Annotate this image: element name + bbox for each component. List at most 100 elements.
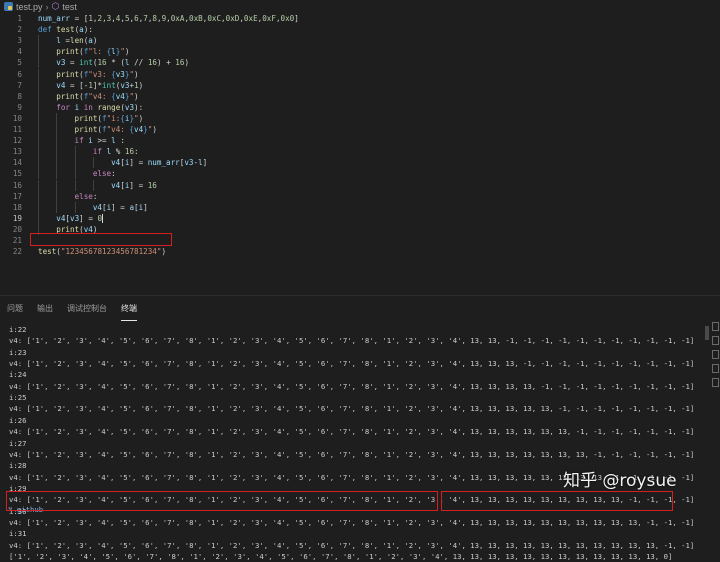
code-line[interactable]: 16 v4[i] = 16: [0, 179, 720, 191]
indent-guide: [56, 135, 58, 147]
code-line[interactable]: 6 print(f"v3: {v3}"): [0, 68, 720, 80]
code-text: num_arr = [1,2,3,4,5,6,7,8,9,0xA,0xB,0xC…: [38, 14, 299, 23]
line-number: 22: [12, 247, 22, 257]
indent-guide: [38, 112, 39, 124]
code-line[interactable]: 11 print(f"v4: {v4}"): [0, 124, 720, 135]
indent-guide: [38, 90, 39, 102]
code-line[interactable]: 8 print(f"v4: {v4}"): [0, 90, 720, 102]
line-number: 4: [17, 47, 22, 57]
terminal-instance-icon[interactable]: [712, 378, 719, 387]
line-number: 12: [12, 136, 22, 146]
code-line[interactable]: 17 else:: [0, 190, 720, 202]
terminal-scrollbar-thumb[interactable]: [705, 326, 709, 340]
terminal-instance-icon[interactable]: [712, 322, 719, 331]
line-number: 11: [12, 125, 22, 134]
indent-guide: [38, 101, 39, 113]
line-number: 20: [12, 224, 22, 234]
line-number: 17: [12, 191, 22, 201]
line-number: 7: [17, 80, 22, 90]
code-line[interactable]: 12 if i >= l :: [0, 135, 720, 147]
indent-guide: [56, 190, 58, 202]
highlight-box-call: [30, 233, 172, 246]
indent-guide: [92, 179, 94, 191]
code-line[interactable]: 4 print(f"l: {l}"): [0, 46, 720, 58]
tab-problems[interactable]: 问题: [0, 300, 30, 320]
python-file-icon: [4, 2, 13, 11]
breadcrumb-separator: ›: [45, 1, 49, 12]
function-symbol-icon: ⬡: [51, 1, 60, 11]
code-text: l =len(a): [56, 36, 98, 46]
line-number: 3: [17, 36, 22, 46]
indent-guide: [38, 146, 39, 158]
indent-guide: [74, 168, 76, 180]
terminal-instance-icon[interactable]: [712, 350, 719, 359]
indent-guide: [56, 112, 58, 124]
line-number: 15: [12, 169, 22, 179]
code-text: print(f"v4: {v4}"): [74, 125, 157, 134]
tab-terminal[interactable]: 终端: [114, 300, 144, 321]
indent-guide: [92, 157, 94, 169]
indent-guide: [38, 124, 39, 135]
code-text: test("12345678123456781234"): [38, 247, 167, 257]
code-line[interactable]: 3 l =len(a): [0, 35, 720, 47]
terminal-line: i:25: [9, 393, 27, 403]
panel-divider[interactable]: [0, 295, 720, 296]
indent-guide: [38, 190, 39, 202]
code-text: print(f"l: {l}"): [56, 47, 130, 57]
line-number: 1: [17, 14, 22, 23]
line-number: 18: [12, 202, 22, 212]
tab-output[interactable]: 输出: [30, 300, 60, 320]
code-line[interactable]: 18 v4[i] = a[i]: [0, 201, 720, 213]
code-text: print(f"i:{i}"): [74, 113, 144, 123]
code-line[interactable]: 5 v3 = int(16 * (l // 16) + 16): [0, 57, 720, 69]
terminal-line: ['1', '2', '3', '4', '5', '6', '7', '8',…: [9, 552, 673, 561]
line-number: 2: [17, 25, 22, 35]
code-text: v4[i] = 16: [111, 180, 157, 190]
indent-guide: [74, 146, 76, 158]
line-number: 21: [12, 236, 22, 245]
terminal-line: i:23: [9, 347, 27, 357]
code-line[interactable]: 10 print(f"i:{i}"): [0, 112, 720, 124]
code-text: else:: [74, 191, 98, 201]
indent-guide: [38, 35, 39, 47]
line-number: 9: [17, 102, 22, 112]
code-line[interactable]: 14 v4[i] = num_arr[v3-l]: [0, 157, 720, 169]
code-line[interactable]: 7 v4 = [-1]*int(v3+1): [0, 79, 720, 91]
terminal-scrollbar[interactable]: [705, 322, 709, 514]
code-text: v4 = [-1]*int(v3+1): [56, 80, 144, 90]
code-line[interactable]: 2 def test(a):: [0, 24, 720, 35]
terminal-instance-icon[interactable]: [712, 364, 719, 373]
indent-guide: [38, 135, 39, 147]
indent-guide: [38, 46, 39, 58]
code-text: v4[i] = a[i]: [92, 202, 148, 212]
code-line[interactable]: 13 if l % 16:: [0, 146, 720, 158]
breadcrumb-symbol[interactable]: test: [62, 2, 77, 12]
terminal-line: i:28: [9, 461, 27, 471]
highlight-box-output-right: [441, 491, 673, 511]
terminal-instance-icon[interactable]: [712, 336, 719, 345]
line-number: 6: [17, 69, 22, 79]
code-line[interactable]: 22 test("12345678123456781234"): [0, 246, 720, 257]
code-line[interactable]: 1 num_arr = [1,2,3,4,5,6,7,8,9,0xA,0xB,0x…: [0, 13, 720, 24]
code-text: if l % 16:: [92, 147, 139, 157]
breadcrumb: test.py › ⬡ test: [0, 0, 720, 13]
line-number: 13: [12, 147, 22, 157]
tab-debug-console[interactable]: 调试控制台: [60, 300, 114, 320]
code-editor[interactable]: 1 num_arr = [1,2,3,4,5,6,7,8,9,0xA,0xB,0x…: [0, 13, 720, 295]
terminal-line: v4: ['1', '2', '3', '4', '5', '6', '7', …: [9, 381, 695, 391]
indent-guide: [38, 79, 39, 91]
code-text: for i in range(v3):: [56, 102, 144, 112]
line-number: 19: [12, 213, 22, 223]
code-line[interactable]: 9 for i in range(v3):: [0, 101, 720, 113]
indent-guide: [38, 57, 39, 69]
code-line[interactable]: 15 else:: [0, 168, 720, 180]
code-line[interactable]: 19 v4[v3] = 0: [0, 212, 720, 224]
line-number: 8: [17, 91, 22, 101]
indent-guide: [38, 212, 39, 224]
indent-guide: [74, 179, 76, 191]
indent-guide: [38, 68, 39, 80]
terminal-line: i:31: [9, 529, 27, 539]
indent-guide: [56, 157, 58, 169]
breadcrumb-file[interactable]: test.py: [16, 2, 43, 12]
indent-guide: [74, 157, 76, 169]
